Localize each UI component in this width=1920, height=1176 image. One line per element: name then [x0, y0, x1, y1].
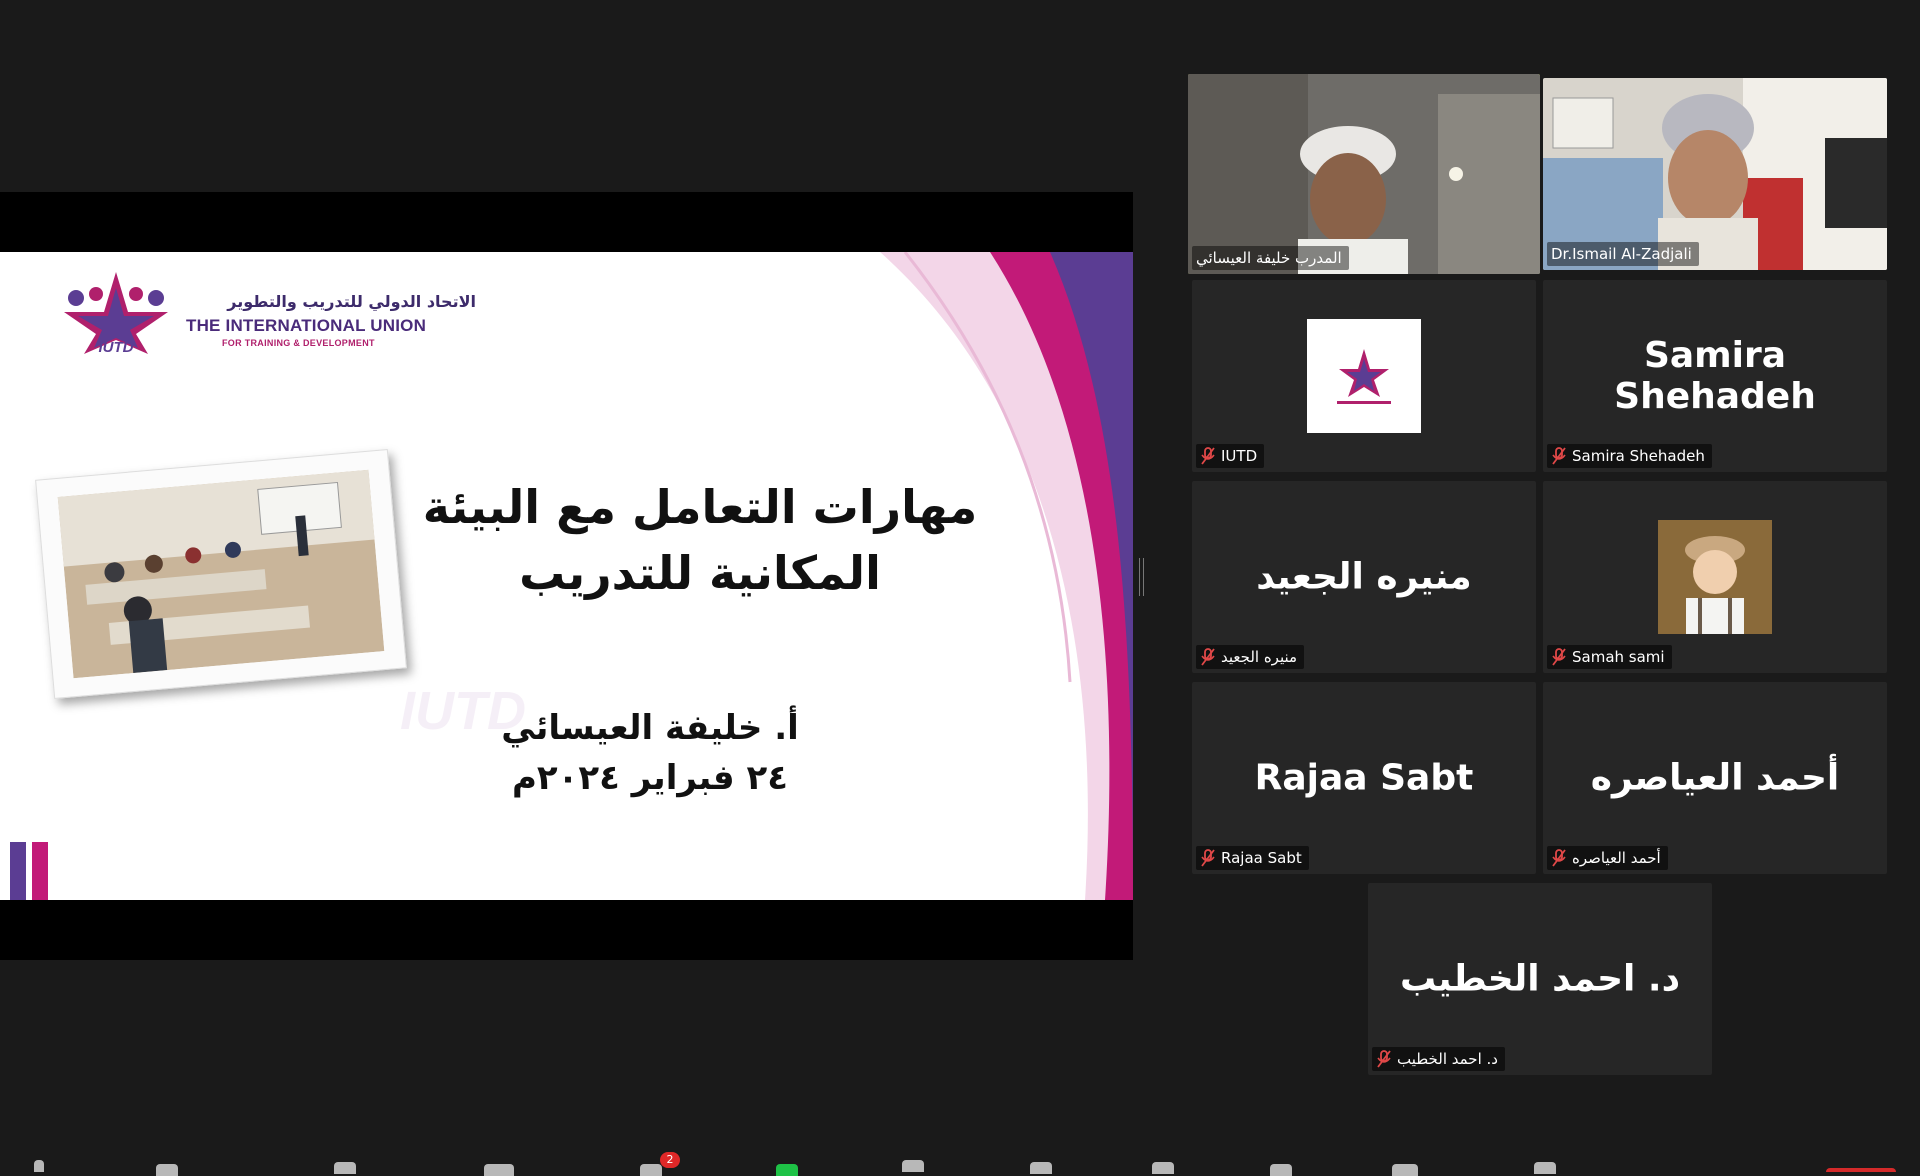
participant-name-tag: IUTD	[1196, 444, 1265, 468]
whiteboard-icon[interactable]	[1392, 1164, 1418, 1176]
participant-display-name: أحمد العياصره	[1590, 757, 1840, 799]
participant-display-name: د. احمد الخطيب	[1399, 958, 1681, 1000]
participant-name: Samah sami	[1572, 648, 1665, 666]
participant-name-tag: Samira Shehadeh	[1547, 444, 1712, 468]
reactions-icon[interactable]	[1152, 1162, 1174, 1174]
mic-muted-icon	[1552, 648, 1566, 666]
participant-name-tag: المدرب خليفة العيسائي	[1192, 246, 1349, 270]
apps-icon[interactable]	[1270, 1164, 1292, 1176]
participant-name: Samira Shehadeh	[1572, 447, 1705, 465]
slide-title-line-1: مهارات التعامل مع البيئة	[422, 480, 978, 534]
child-avatar-photo	[1658, 520, 1772, 634]
slide-photo-frame	[35, 448, 407, 700]
participant-name-tag: Dr.Ismail Al-Zadjali	[1547, 242, 1699, 266]
summary-icon[interactable]	[902, 1160, 924, 1172]
logo-english-text: THE INTERNATIONAL UNION	[186, 316, 427, 335]
participant-tile-avatar[interactable]: Samah sami	[1543, 481, 1887, 673]
participant-name: Dr.Ismail Al-Zadjali	[1551, 245, 1692, 263]
participant-name-tag: Samah sami	[1547, 645, 1672, 669]
mic-muted-icon	[1201, 447, 1215, 465]
participant-name: د. احمد الخطيب	[1397, 1050, 1498, 1068]
iutd-logo: IUTD الاتحاد الدولي للتدريب والتطوير THE…	[56, 268, 476, 358]
participant-name-tag: أحمد العياصره	[1547, 846, 1668, 870]
video-icon[interactable]	[156, 1164, 178, 1176]
mic-muted-icon	[1552, 447, 1566, 465]
participant-display-name: Rajaa Sabt	[1254, 757, 1474, 799]
ai-companion-icon[interactable]	[1030, 1162, 1052, 1174]
participant-name: منيره الجعيد	[1221, 648, 1298, 666]
participant-name-tag: Rajaa Sabt	[1196, 846, 1309, 870]
iutd-avatar-logo-icon	[1337, 349, 1391, 404]
participant-display-name: منيره الجعيد	[1256, 556, 1472, 598]
participant-tile-name[interactable]: Rajaa Sabt Rajaa Sabt	[1192, 682, 1536, 874]
participant-display-name: Samira Shehadeh	[1614, 335, 1816, 417]
meeting-toolbar	[0, 1152, 1920, 1172]
participant-tile-name[interactable]: Samira Shehadeh Samira Shehadeh	[1543, 280, 1887, 472]
mic-muted-icon	[1201, 849, 1215, 867]
participant-name: Rajaa Sabt	[1221, 849, 1302, 867]
participant-tile-avatar[interactable]: IUTD	[1192, 280, 1536, 472]
participant-tile-name[interactable]: د. احمد الخطيب د. احمد الخطيب	[1368, 883, 1712, 1075]
security-icon[interactable]	[334, 1162, 356, 1174]
participant-tile-video[interactable]: Dr.Ismail Al-Zadjali	[1543, 78, 1887, 270]
logo-subtitle-text: FOR TRAINING & DEVELOPMENT	[222, 338, 375, 348]
participants-icon[interactable]	[484, 1164, 514, 1176]
video-feed-trainer	[1188, 74, 1540, 274]
participant-name: أحمد العياصره	[1572, 849, 1661, 867]
presentation-slide: IUTD الاتحاد الدولي للتدريب والتطوير THE…	[0, 252, 1133, 900]
avatar	[1658, 520, 1772, 634]
logo-acronym: IUTD	[99, 339, 134, 356]
slide-corner-bars	[10, 842, 48, 900]
participant-name-tag: منيره الجعيد	[1196, 645, 1305, 669]
panel-splitter-handle[interactable]	[1139, 558, 1144, 596]
participant-tile-video[interactable]: المدرب خليفة العيسائي	[1188, 74, 1540, 274]
mic-muted-icon	[1377, 1050, 1391, 1068]
logo-arabic-text: الاتحاد الدولي للتدريب والتطوير	[227, 292, 476, 311]
participant-name-tag: د. احمد الخطيب	[1372, 1047, 1505, 1071]
iutd-logo-icon: IUTD	[64, 272, 168, 356]
classroom-photo	[57, 469, 385, 679]
chat-icon[interactable]	[640, 1164, 662, 1176]
mic-muted-icon	[1552, 849, 1566, 867]
mic-muted-icon	[1201, 648, 1215, 666]
participant-name: IUTD	[1221, 447, 1258, 465]
participant-name: المدرب خليفة العيسائي	[1196, 249, 1342, 267]
mic-icon[interactable]	[34, 1160, 44, 1172]
slide-presenter-name: أ. خليفة العيسائي	[501, 708, 799, 748]
participant-tile-name[interactable]: منيره الجعيد منيره الجعيد	[1192, 481, 1536, 673]
end-button[interactable]	[1826, 1168, 1896, 1172]
avatar	[1307, 319, 1421, 433]
share-screen-icon[interactable]	[776, 1164, 798, 1176]
notes-icon[interactable]	[1534, 1162, 1556, 1174]
slide-title: مهارات التعامل مع البيئة المكانية للتدري…	[400, 474, 1000, 606]
participant-tile-name[interactable]: أحمد العياصره أحمد العياصره	[1543, 682, 1887, 874]
shared-screen: IUTD الاتحاد الدولي للتدريب والتطوير THE…	[0, 192, 1133, 960]
slide-title-line-2: المكانية للتدريب	[519, 546, 881, 600]
chat-unread-badge: 2	[660, 1152, 680, 1168]
slide-date: ٢٤ فبراير ٢٠٢٤م	[512, 758, 788, 798]
